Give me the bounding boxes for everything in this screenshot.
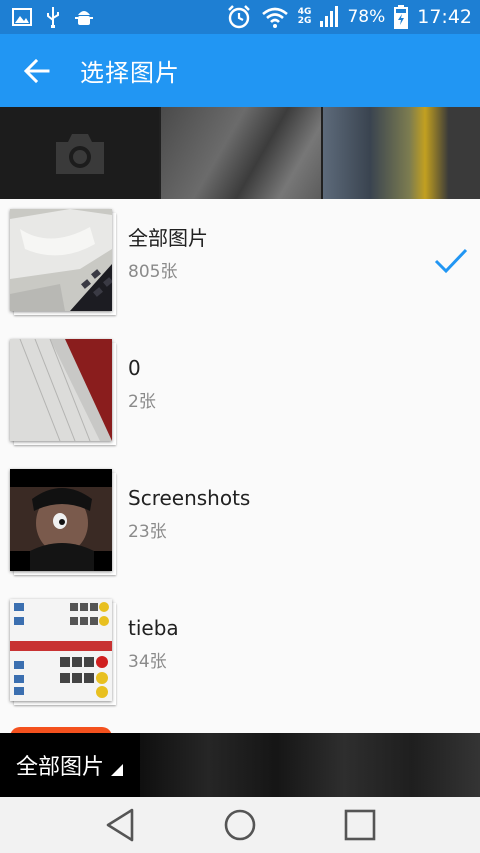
folder-count: 2张 bbox=[128, 392, 156, 412]
back-button[interactable] bbox=[0, 34, 74, 107]
nav-home-button[interactable] bbox=[210, 797, 270, 853]
folder-thumbnail bbox=[10, 469, 116, 575]
folder-cover-image bbox=[10, 339, 112, 441]
folder-thumbnail bbox=[10, 339, 116, 445]
folder-thumbnail bbox=[10, 209, 116, 315]
network-badge-2g: 2G bbox=[297, 16, 312, 26]
back-icon bbox=[106, 808, 134, 842]
album-selector-button[interactable]: 全部图片 bbox=[0, 733, 124, 797]
battery-charging-icon bbox=[394, 5, 409, 29]
folder-name: Screenshots bbox=[128, 486, 251, 510]
folder-list: 全部图片 805张 0 2张 Screenshots 23张 tieba 34张 bbox=[0, 199, 480, 733]
usb-icon bbox=[47, 7, 59, 28]
bottom-image-strip bbox=[140, 733, 480, 797]
status-left-icons bbox=[12, 6, 94, 28]
network-badges: 4G 2G bbox=[298, 8, 312, 26]
app-bar: 选择图片 bbox=[0, 34, 480, 107]
folder-count: 805张 bbox=[128, 262, 178, 282]
folder-item-all-images[interactable]: 全部图片 805张 bbox=[0, 199, 480, 329]
image-grid-background bbox=[0, 107, 480, 199]
grid-photo[interactable] bbox=[161, 107, 321, 199]
page-title: 选择图片 bbox=[80, 59, 180, 87]
album-selector-label: 全部图片 bbox=[16, 755, 105, 780]
alarm-icon bbox=[227, 5, 250, 29]
check-icon bbox=[434, 248, 468, 274]
folder-name: 0 bbox=[128, 356, 141, 380]
folder-cover-image bbox=[10, 209, 112, 311]
arrow-back-icon bbox=[24, 58, 50, 83]
folder-count: 34张 bbox=[128, 652, 167, 672]
folder-count: 23张 bbox=[128, 522, 167, 542]
folder-cover-image bbox=[10, 469, 112, 571]
folder-name: 全部图片 bbox=[128, 226, 208, 250]
nav-back-button[interactable] bbox=[90, 797, 150, 853]
folder-item-screenshots[interactable]: Screenshots 23张 bbox=[0, 459, 480, 589]
folder-item-0[interactable]: 0 2张 bbox=[0, 329, 480, 459]
android-debug-icon bbox=[75, 11, 93, 25]
battery-percent: 78% bbox=[347, 7, 386, 27]
home-icon bbox=[224, 809, 256, 841]
navigation-bar bbox=[0, 797, 480, 853]
dropdown-triangle-icon bbox=[111, 764, 124, 776]
signal-icon bbox=[320, 6, 339, 27]
folder-item-tieba[interactable]: tieba 34张 bbox=[0, 589, 480, 719]
wifi-icon bbox=[261, 7, 288, 28]
grid-photo[interactable] bbox=[322, 107, 480, 199]
recents-icon bbox=[344, 809, 376, 841]
status-time: 17:42 bbox=[417, 6, 472, 28]
camera-icon bbox=[55, 134, 104, 174]
bottom-bar: 全部图片 bbox=[0, 733, 480, 797]
nav-recents-button[interactable] bbox=[330, 797, 390, 853]
image-icon bbox=[12, 8, 32, 26]
folder-name: tieba bbox=[128, 616, 179, 640]
folder-cover-image bbox=[10, 599, 112, 701]
status-right-icons: 4G 2G 78% 17:42 bbox=[226, 4, 472, 30]
camera-cell[interactable] bbox=[0, 107, 160, 199]
status-bar: 4G 2G 78% 17:42 bbox=[0, 0, 480, 34]
folder-thumbnail bbox=[10, 599, 116, 705]
